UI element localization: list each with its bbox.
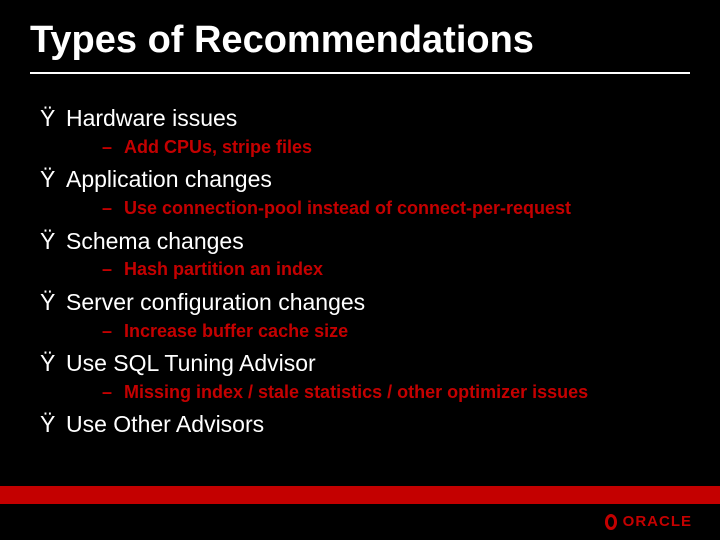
bullet-hardware: ŸHardware issues (40, 104, 680, 134)
subbullet-hardware-1: –Add CPUs, stripe files (102, 136, 680, 159)
bullet-glyph: Ÿ (40, 349, 66, 379)
bullet-text: Schema changes (66, 228, 244, 254)
subbullet-schema-1: –Hash partition an index (102, 258, 680, 281)
subbullet-text: Missing index / stale statistics / other… (124, 382, 588, 402)
bullet-text: Hardware issues (66, 105, 237, 131)
bullet-text: Use SQL Tuning Advisor (66, 350, 316, 376)
slide-title: Types of Recommendations (30, 20, 690, 74)
slide-content: ŸHardware issues –Add CPUs, stripe files… (40, 100, 680, 442)
bullet-other-advisors: ŸUse Other Advisors (40, 410, 680, 440)
bullet-glyph: Ÿ (40, 410, 66, 440)
bullet-text: Use Other Advisors (66, 411, 264, 437)
subbullet-server-config-1: –Increase buffer cache size (102, 320, 680, 343)
slide: Types of Recommendations ŸHardware issue… (0, 0, 720, 540)
footer-accent-bar (0, 486, 720, 504)
oracle-o-icon (605, 514, 617, 530)
bullet-application: ŸApplication changes (40, 165, 680, 195)
bullet-glyph: Ÿ (40, 104, 66, 134)
bullet-text: Server configuration changes (66, 289, 365, 315)
bullet-server-config: ŸServer configuration changes (40, 288, 680, 318)
bullet-schema: ŸSchema changes (40, 227, 680, 257)
bullet-glyph: Ÿ (40, 165, 66, 195)
subbullet-sql-tuning-1: –Missing index / stale statistics / othe… (102, 381, 680, 404)
dash-glyph: – (102, 136, 124, 159)
subbullet-application-1: –Use connection-pool instead of connect-… (102, 197, 680, 220)
dash-glyph: – (102, 258, 124, 281)
dash-glyph: – (102, 381, 124, 404)
bullet-glyph: Ÿ (40, 227, 66, 257)
bullet-glyph: Ÿ (40, 288, 66, 318)
dash-glyph: – (102, 197, 124, 220)
subbullet-text: Add CPUs, stripe files (124, 137, 312, 157)
oracle-logo: ORACLE (605, 513, 692, 530)
subbullet-text: Increase buffer cache size (124, 321, 348, 341)
subbullet-text: Hash partition an index (124, 259, 323, 279)
bullet-sql-tuning: ŸUse SQL Tuning Advisor (40, 349, 680, 379)
subbullet-text: Use connection-pool instead of connect-p… (124, 198, 571, 218)
oracle-wordmark: ORACLE (623, 513, 692, 530)
bullet-text: Application changes (66, 166, 272, 192)
dash-glyph: – (102, 320, 124, 343)
